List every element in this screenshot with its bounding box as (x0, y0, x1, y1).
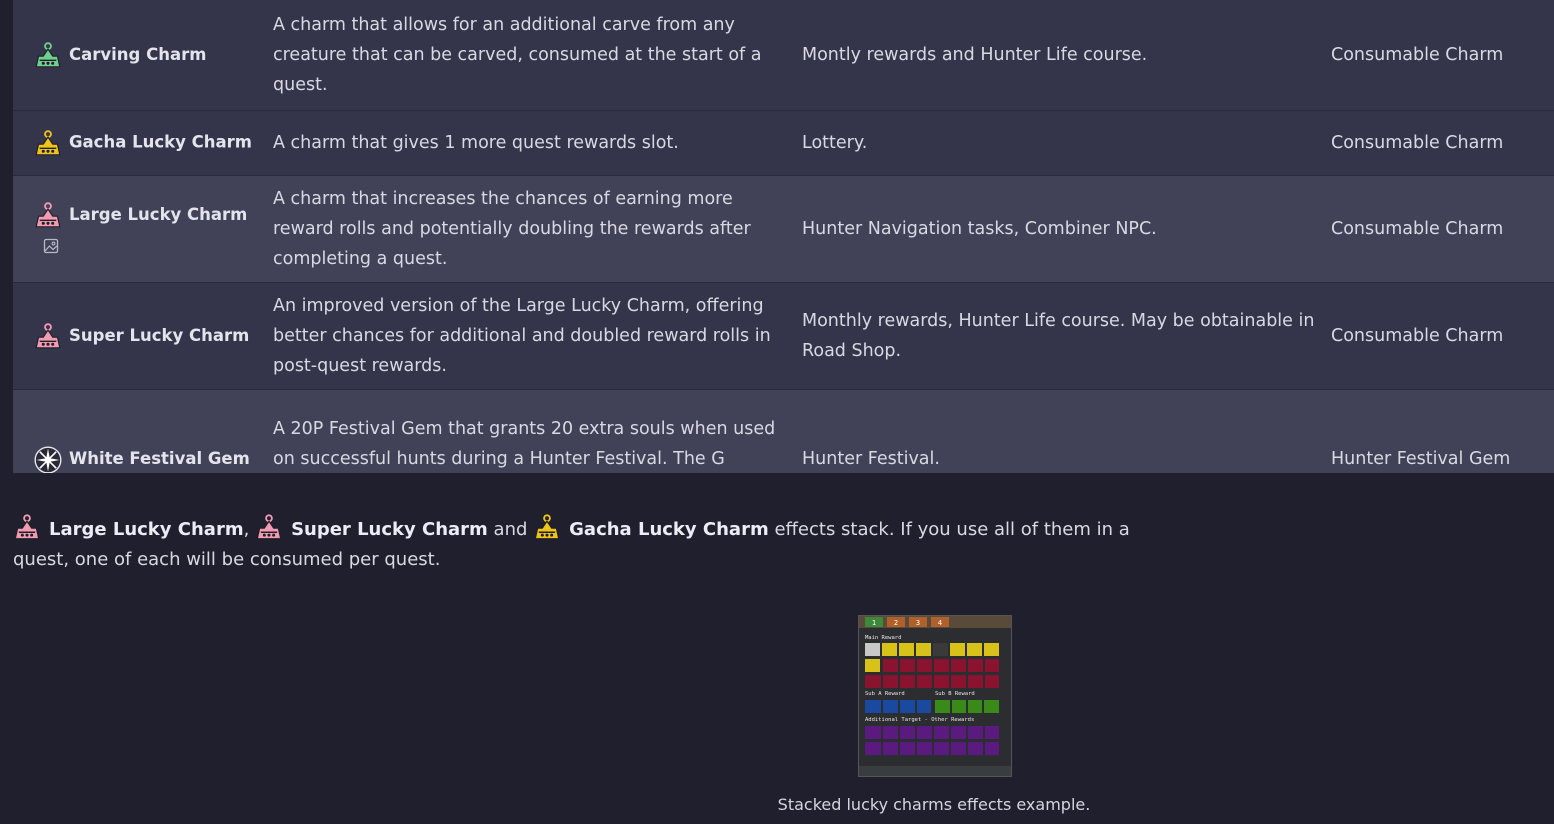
item-name[interactable]: Super Lucky Charm (69, 326, 249, 346)
item-source: Hunter Festival. (802, 449, 940, 469)
item-source: Montly rewards and Hunter Life course. (802, 44, 1148, 65)
white-gem-icon (33, 446, 63, 473)
table-row: Large Lucky Charm A charm that increases… (13, 175, 1554, 282)
reward-screen-image: 1 2 3 4 Main Reward Sub A Reward Sub B R… (859, 616, 1011, 776)
green-charm-icon (33, 41, 63, 68)
yellow-charm-icon (33, 129, 63, 156)
item-category: Consumable Charm (1331, 44, 1504, 65)
table-row: White Festival Gem A 20P Festival Gem th… (13, 389, 1554, 473)
items-table: Carving Charm A charm that allows for an… (13, 0, 1554, 473)
table-row: Carving Charm A charm that allows for an… (13, 0, 1554, 110)
item-name-cell: Large Lucky Charm (13, 175, 273, 282)
item-name-cell: Gacha Lucky Charm (13, 110, 273, 175)
yellow-charm-icon (533, 513, 561, 541)
item-category: Hunter Festival Gem (1331, 449, 1511, 469)
item-description: A charm that gives 1 more quest rewards … (273, 132, 679, 153)
super-lucky-charm-link[interactable]: Super Lucky Charm (291, 519, 488, 540)
item-source: Monthly rewards, Hunter Life course. May… (802, 310, 1315, 361)
additional-rewards-label: Additional Target - Other Rewards (865, 717, 974, 723)
item-name[interactable]: Gacha Lucky Charm (69, 132, 252, 151)
image-caption: Stacked lucky charms effects example. (777, 795, 1091, 814)
item-name[interactable]: White Festival Gem (69, 449, 250, 469)
image-placeholder-icon (43, 238, 61, 256)
stacking-note: Large Lucky Charm, Super Lucky Charm and… (13, 513, 1173, 575)
item-description: A charm that increases the chances of ea… (273, 188, 751, 269)
main-reward-label: Main Reward (865, 635, 901, 641)
item-category: Consumable Charm (1331, 218, 1504, 239)
item-description: A charm that allows for an additional ca… (273, 14, 762, 95)
item-name[interactable]: Carving Charm (69, 45, 206, 65)
sub-b-reward-label: Sub B Reward (935, 691, 975, 697)
item-category: Consumable Charm (1331, 132, 1504, 153)
pink-charm-icon (33, 201, 63, 228)
item-source: Hunter Navigation tasks, Combiner NPC. (802, 218, 1157, 239)
sub-a-reward-label: Sub A Reward (865, 691, 905, 697)
pink-charm-icon (13, 513, 41, 541)
item-name-cell: Carving Charm (13, 0, 273, 110)
tab-4: 4 (938, 619, 942, 627)
item-name-cell: Super Lucky Charm (13, 282, 273, 389)
separator: , (243, 519, 250, 540)
table-row: Gacha Lucky Charm A charm that gives 1 m… (13, 110, 1554, 175)
items-table-container[interactable]: Carving Charm A charm that allows for an… (13, 0, 1554, 473)
tab-3: 3 (916, 619, 920, 627)
separator: and (493, 519, 528, 540)
item-category: Consumable Charm (1331, 325, 1504, 346)
item-source: Lottery. (802, 132, 868, 153)
tab-2: 2 (894, 619, 898, 627)
item-name-cell: White Festival Gem (13, 389, 273, 473)
item-description: A 20P Festival Gem that grants 20 extra … (273, 419, 776, 469)
item-name[interactable]: Large Lucky Charm (69, 205, 247, 225)
large-lucky-charm-link[interactable]: Large Lucky Charm (49, 519, 244, 540)
pink-charm-icon (33, 322, 63, 349)
gacha-lucky-charm-link[interactable]: Gacha Lucky Charm (569, 519, 769, 540)
pink-charm-icon (255, 513, 283, 541)
tab-1: 1 (872, 619, 876, 627)
stacked-charms-screenshot[interactable]: 1 2 3 4 Main Reward Sub A Reward Sub B R… (858, 615, 1012, 777)
item-description: An improved version of the Large Lucky C… (273, 295, 771, 376)
table-row: Super Lucky Charm An improved version of… (13, 282, 1554, 389)
